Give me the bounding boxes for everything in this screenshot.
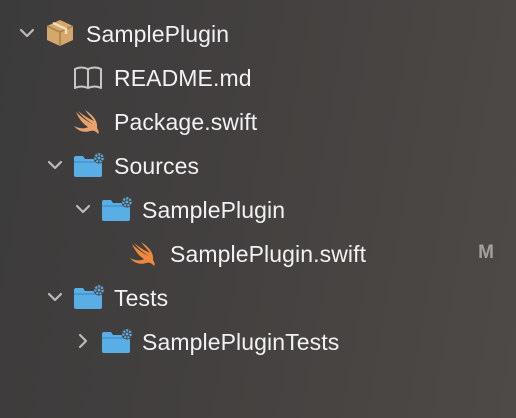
tree-item-sampleplugin-swift[interactable]: SamplePlugin.swift M — [0, 231, 516, 275]
folder-icon — [100, 195, 133, 223]
tree-item-sampleplugin-folder[interactable]: SamplePlugin — [0, 187, 516, 231]
tree-item-package-swift[interactable]: Package.swift — [0, 99, 516, 143]
tree-item-sampleplugintests[interactable]: SamplePluginTests — [0, 319, 516, 363]
chevron-down-icon[interactable] — [45, 155, 65, 175]
folder-icon — [100, 327, 133, 355]
folder-icon — [72, 283, 105, 311]
tree-item-label: SamplePluginTests — [142, 329, 340, 355]
tree-item-readme[interactable]: README.md — [0, 55, 516, 99]
tree-item-label: SamplePlugin — [142, 197, 286, 223]
package-icon — [44, 19, 76, 47]
tree-item-label: SamplePlugin — [86, 21, 230, 47]
chevron-down-icon[interactable] — [73, 199, 93, 219]
tree-item-label: Package.swift — [114, 109, 258, 135]
folder-icon — [72, 151, 105, 179]
swift-icon — [72, 107, 104, 135]
tree-item-tests[interactable]: Tests — [0, 275, 516, 319]
tree-item-label: Sources — [114, 153, 200, 179]
tree-item-sampleplugin-package[interactable]: SamplePlugin — [0, 11, 516, 55]
tree-item-sources[interactable]: Sources — [0, 143, 516, 187]
tree-item-label: Tests — [114, 285, 169, 311]
chevron-right-icon[interactable] — [73, 331, 93, 351]
tree-item-label: README.md — [114, 65, 252, 91]
chevron-down-icon[interactable] — [17, 23, 37, 43]
book-icon — [72, 63, 104, 91]
tree-item-label: SamplePlugin.swift — [170, 241, 367, 267]
modified-status-badge: M — [478, 242, 494, 263]
swift-icon — [128, 239, 160, 267]
chevron-down-icon[interactable] — [45, 287, 65, 307]
project-navigator: SamplePlugin README.md Package.swift Sou… — [0, 0, 516, 418]
